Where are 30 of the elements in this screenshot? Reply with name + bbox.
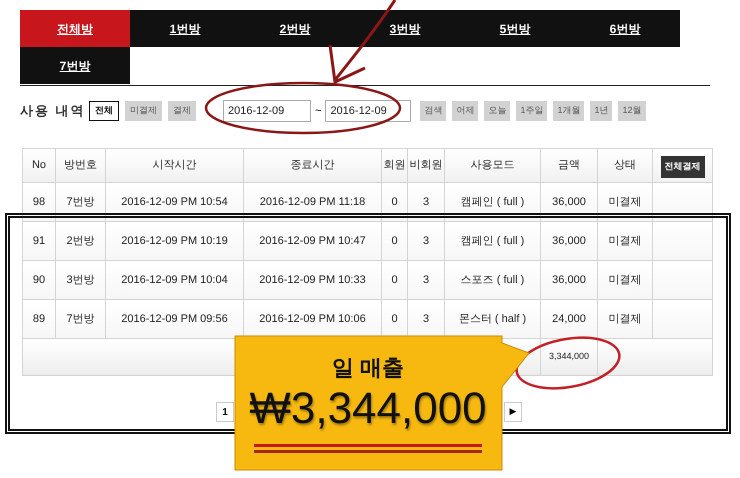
callout-amount: ₩3,344,000 [249,384,487,434]
quick-date-button[interactable]: 오늘 [484,101,510,121]
next-page-button[interactable]: ▶ [504,402,522,422]
quick-date-button[interactable]: 1주일 [516,101,548,121]
column-header: 종료시간 [244,148,382,182]
room-tab[interactable]: 1번방 [130,10,240,47]
callout-title: 일 매출 [332,354,404,382]
column-header: No [22,148,56,182]
date-from-field[interactable]: 2016-12-09 [223,100,311,122]
quick-date-button[interactable]: 12월 [618,101,646,121]
section-title: 사용 내역 [20,102,87,120]
filter-button[interactable]: 전체 [89,101,119,121]
quick-date-button[interactable]: 1년 [590,101,612,121]
room-tab[interactable]: 3번방 [350,10,460,47]
total-amount: 3,344,000 [540,338,598,376]
quick-date-button[interactable]: 1개월 [553,101,584,121]
filter-button[interactable]: 미결제 [125,101,162,121]
room-tab[interactable]: 전체방 [20,10,130,47]
quick-date-button[interactable]: 검색 [420,101,446,121]
room-tab[interactable]: 7번방 [20,47,130,84]
page-number[interactable]: 1 [216,402,234,422]
column-header: 시작시간 [106,148,244,182]
quick-date-button[interactable]: 어제 [452,101,478,121]
pay-all-button[interactable]: 전체결제 [660,156,704,178]
room-tab[interactable]: 2번방 [240,10,350,47]
date-to-field[interactable]: 2016-12-09 [325,100,412,122]
filter-button[interactable]: 결제 [168,101,196,121]
range-separator: ~ [315,104,322,119]
room-tab[interactable]: 6번방 [570,10,680,47]
room-tab[interactable]: 5번방 [460,10,570,47]
